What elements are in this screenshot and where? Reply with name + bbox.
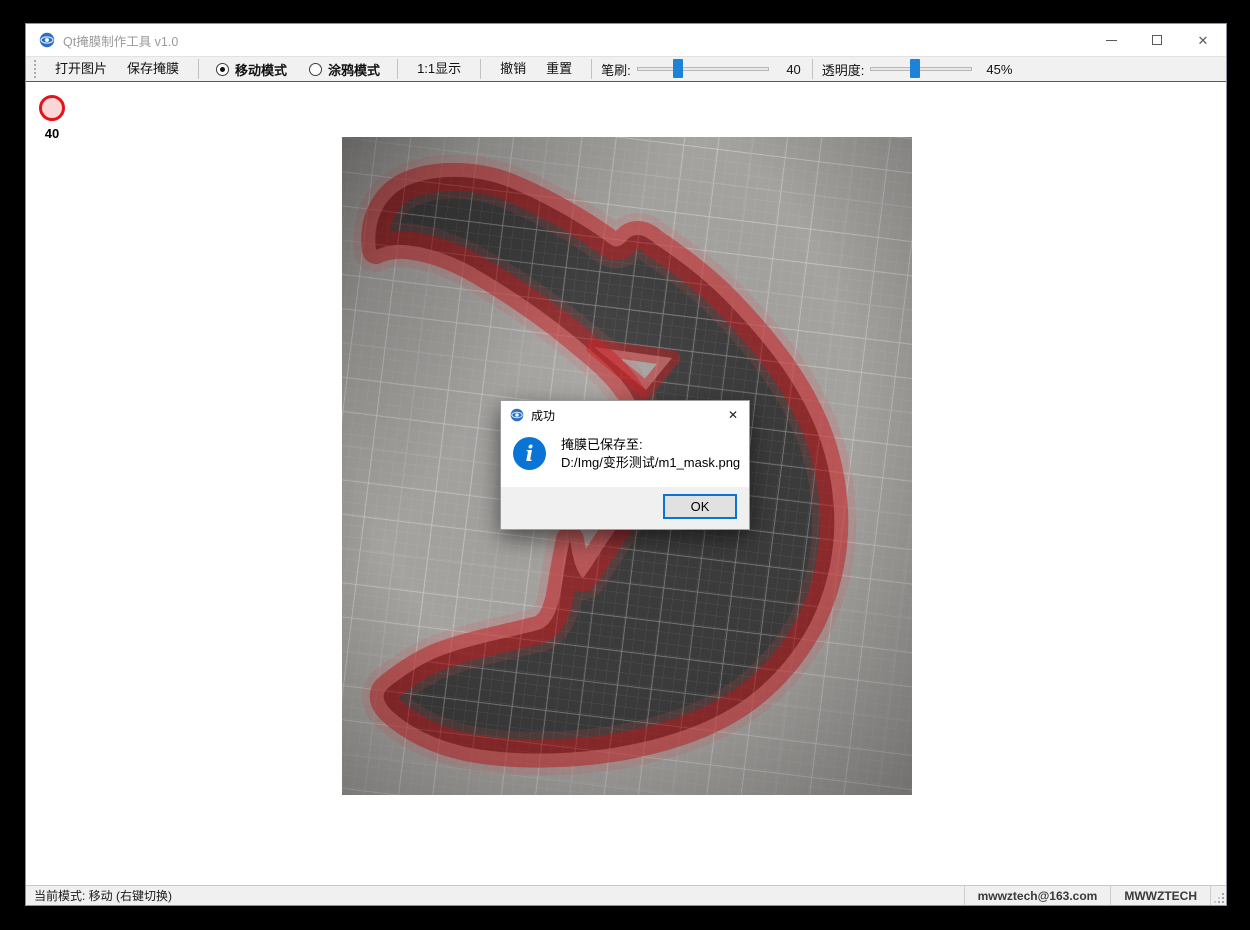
minimize-icon <box>1106 40 1117 41</box>
brush-slider-handle[interactable] <box>673 59 683 78</box>
app-logo-icon <box>39 32 55 48</box>
brush-size-text: 40 <box>26 126 78 141</box>
toolbar-separator <box>591 59 592 79</box>
resize-grip[interactable] <box>1210 886 1226 905</box>
opacity-value: 45% <box>978 62 1012 77</box>
window-title: Qt掩膜制作工具 v1.0 <box>63 31 178 50</box>
toolbar: 打开图片 保存掩膜 移动模式 涂鸦模式 1:1显示 撤销 重置 笔刷: 40 透… <box>26 56 1226 82</box>
current-mode-text: 当前模式: 移动 (右键切换) <box>26 887 172 904</box>
opacity-slider-label: 透明度: <box>822 60 865 79</box>
move-mode-radio[interactable] <box>216 63 229 76</box>
email-text: mwwztech@163.com <box>964 886 1111 905</box>
toolbar-separator <box>812 59 813 79</box>
reset-button[interactable]: 重置 <box>540 57 578 81</box>
brand-text: MWWZTECH <box>1110 886 1210 905</box>
paint-mode-label[interactable]: 涂鸦模式 <box>328 60 380 79</box>
brush-value: 40 <box>775 62 801 77</box>
save-mask-button[interactable]: 保存掩膜 <box>121 57 185 81</box>
app-logo-icon <box>510 408 524 422</box>
dialog-footer: OK <box>501 487 749 529</box>
brush-slider[interactable] <box>637 58 769 80</box>
brush-slider-label: 笔刷: <box>601 60 631 79</box>
ok-button[interactable]: OK <box>663 494 737 519</box>
statusbar-right: mwwztech@163.com MWWZTECH <box>964 886 1226 905</box>
titlebar: Qt掩膜制作工具 v1.0 ✕ <box>26 24 1226 56</box>
paint-mode-radio[interactable] <box>309 63 322 76</box>
dialog-close-button[interactable]: ✕ <box>717 401 749 429</box>
toolbar-separator <box>198 59 199 79</box>
success-dialog: 成功 ✕ i 掩膜已保存至: D:/Img/变形测试/m1_mask.png O… <box>500 400 750 530</box>
dialog-message-line2: D:/Img/变形测试/m1_mask.png <box>561 454 740 472</box>
dialog-title: 成功 <box>531 407 555 424</box>
statusbar: 当前模式: 移动 (右键切换) mwwztech@163.com MWWZTEC… <box>26 885 1226 905</box>
brush-slider-groove[interactable] <box>637 67 769 71</box>
maximize-button[interactable] <box>1134 24 1180 56</box>
move-mode-label[interactable]: 移动模式 <box>235 60 287 79</box>
image-canvas[interactable]: 40 <box>26 82 1226 885</box>
maximize-icon <box>1152 35 1162 45</box>
app-window: Qt掩膜制作工具 v1.0 ✕ 打开图片 保存掩膜 移动模式 涂鸦模式 1:1显… <box>25 23 1227 906</box>
brush-size-indicator: 40 <box>26 95 78 141</box>
close-button[interactable]: ✕ <box>1180 24 1226 56</box>
dialog-titlebar: 成功 ✕ <box>501 401 749 429</box>
dialog-message-line1: 掩膜已保存至: <box>561 436 740 454</box>
opacity-slider[interactable] <box>870 58 972 80</box>
toolbar-separator <box>397 59 398 79</box>
toolbar-separator <box>480 59 481 79</box>
info-icon: i <box>513 437 546 470</box>
minimize-button[interactable] <box>1088 24 1134 56</box>
resize-grip-icon <box>1214 893 1224 903</box>
display-1to1-button[interactable]: 1:1显示 <box>411 57 467 81</box>
dialog-body: i 掩膜已保存至: D:/Img/变形测试/m1_mask.png <box>501 429 749 487</box>
move-mode-radio-row[interactable]: 移动模式 <box>216 60 287 79</box>
opacity-slider-handle[interactable] <box>910 59 920 78</box>
open-image-button[interactable]: 打开图片 <box>49 57 113 81</box>
undo-button[interactable]: 撤销 <box>494 57 532 81</box>
brush-circle-icon <box>39 95 65 121</box>
paint-mode-radio-row[interactable]: 涂鸦模式 <box>309 60 380 79</box>
dialog-message: 掩膜已保存至: D:/Img/变形测试/m1_mask.png <box>561 435 740 487</box>
toolbar-drag-handle[interactable] <box>34 60 39 78</box>
opacity-slider-groove[interactable] <box>870 67 972 71</box>
